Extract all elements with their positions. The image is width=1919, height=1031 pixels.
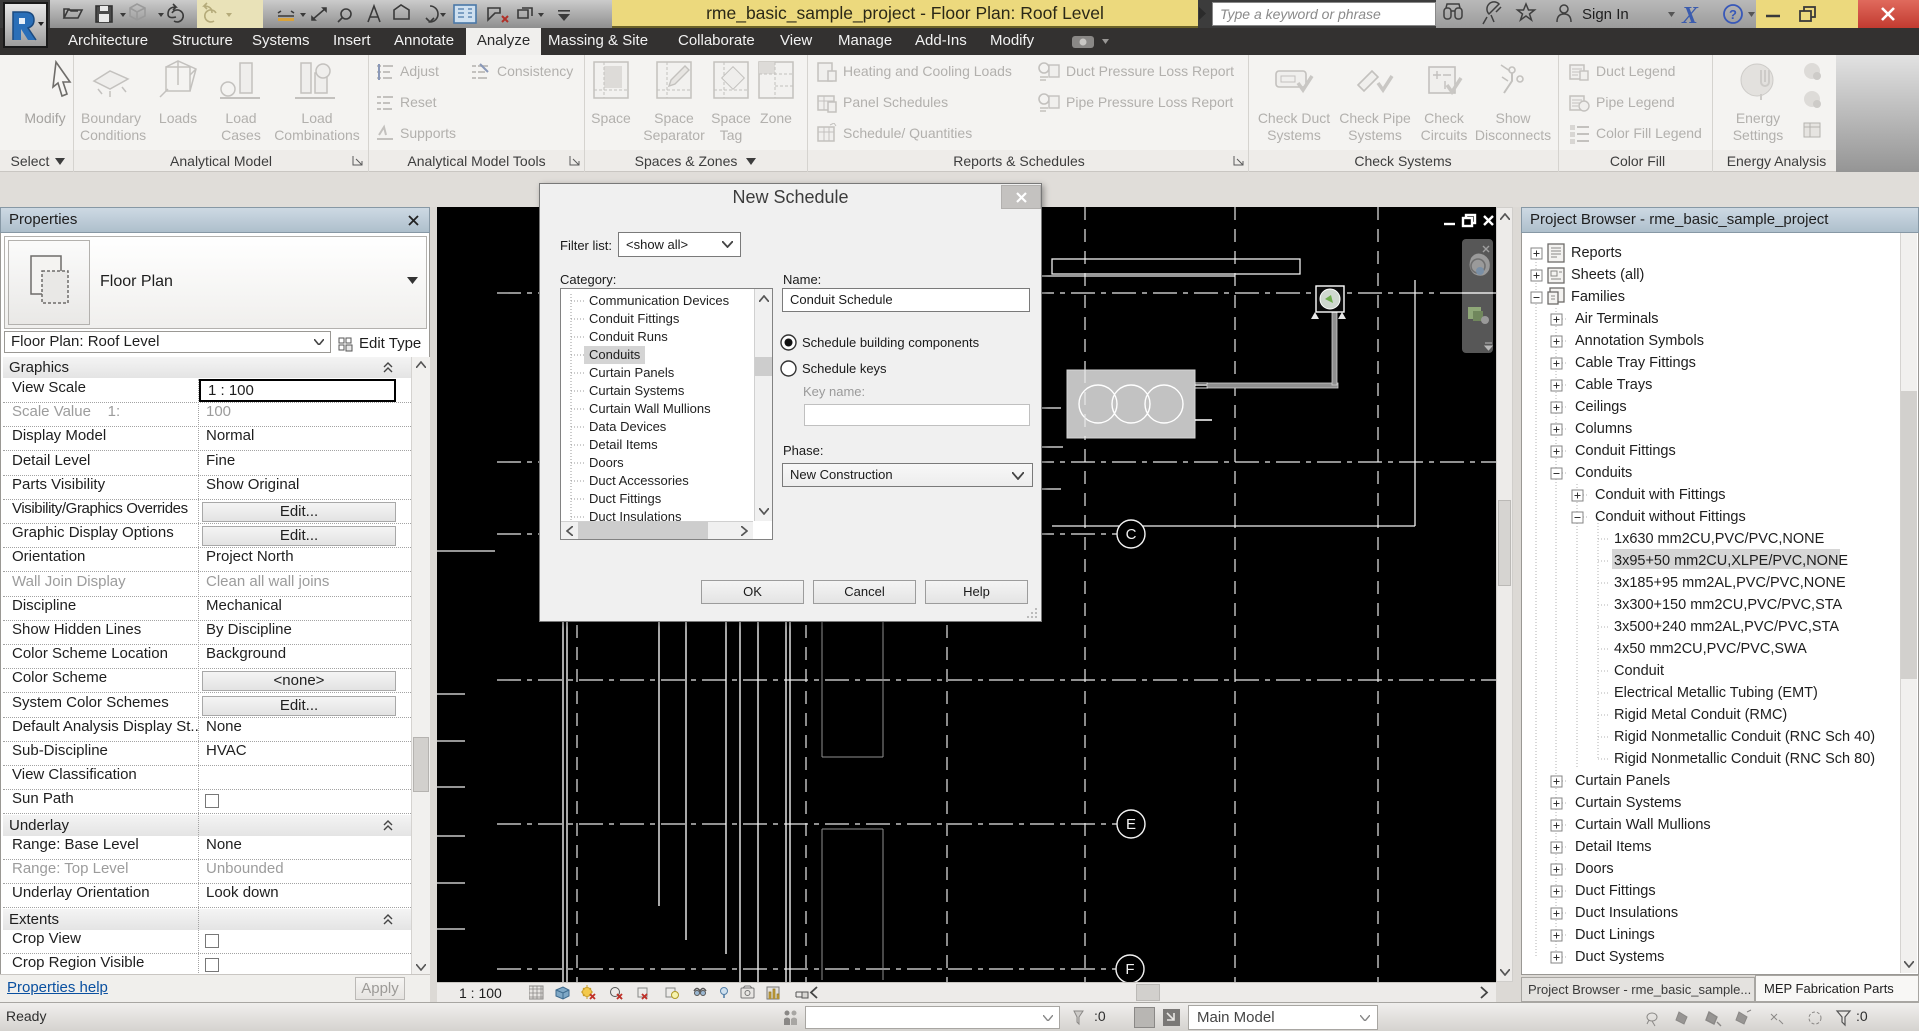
svg-text:Sign In: Sign In (1582, 6, 1629, 23)
svg-text:C: C (1126, 526, 1137, 543)
svg-text:F: F (1125, 961, 1134, 978)
svg-text:X: X (1681, 3, 1699, 28)
svg-text:?: ? (1729, 7, 1737, 22)
svg-text:E: E (1126, 816, 1136, 833)
